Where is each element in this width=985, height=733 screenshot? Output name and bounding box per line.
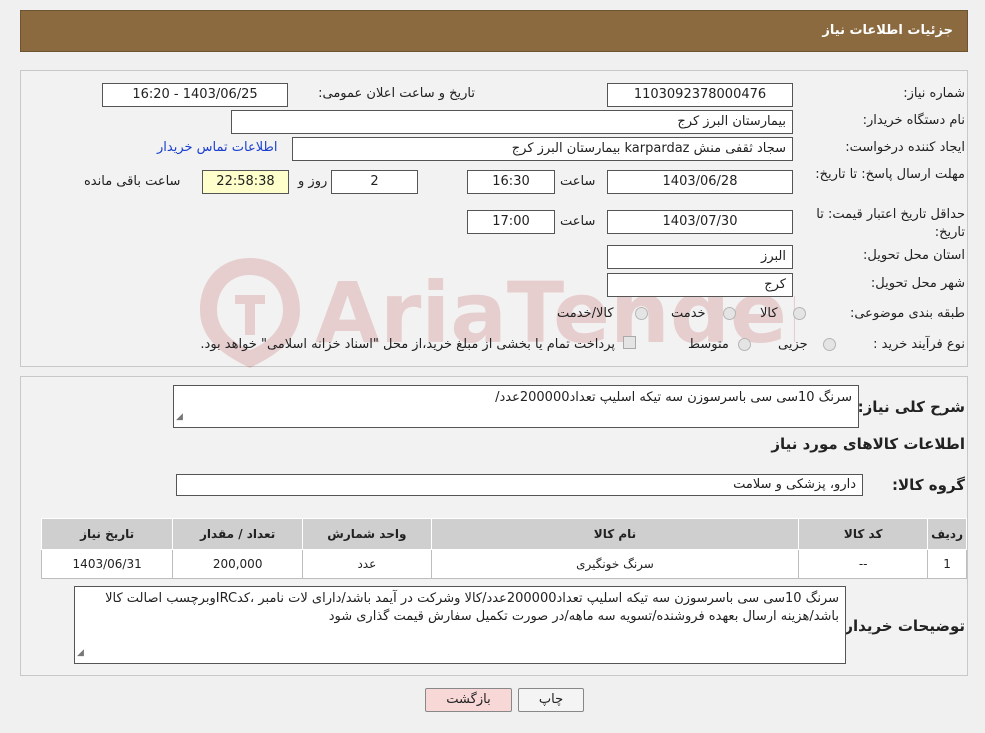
- process-medium-radio[interactable]: [738, 338, 751, 351]
- cell-goods-name: سرنگ خونگیری: [430, 549, 800, 579]
- col-goods-code: کد کالا: [798, 518, 929, 550]
- cell-goods-code: --: [798, 549, 929, 579]
- remaining-time-field: 22:58:38: [202, 170, 289, 194]
- resize-grip-icon[interactable]: ◢: [176, 408, 183, 426]
- city-label: شهر محل تحویل:: [870, 276, 965, 291]
- deadline-time-field: 16:30: [467, 170, 555, 194]
- col-goods-name: نام کالا: [430, 518, 800, 550]
- days-field: 2: [331, 170, 418, 194]
- validity-label: حداقل تاریخ اعتبار قیمت: تا تاریخ:: [816, 207, 965, 240]
- treasury-note: پرداخت تمام یا بخشی از مبلغ خرید،از محل …: [200, 337, 615, 352]
- cell-need-date: 1403/06/31: [40, 549, 174, 579]
- buyer-notes-text: سرنگ 10سی سی باسرسوزن سه تیکه اسلیپ تعدا…: [105, 591, 839, 624]
- col-need-date: تاریخ نیاز: [40, 518, 174, 550]
- remaining-label: ساعت باقی مانده: [84, 174, 181, 189]
- goods-table: ردیف کد کالا نام کالا واحد شمارش تعداد /…: [40, 518, 967, 579]
- goods-info-title: اطلاعات کالاهای مورد نیاز: [771, 435, 965, 453]
- buyer-field: بیمارستان البرز کرج: [231, 110, 793, 134]
- need-number-label: شماره نیاز:: [903, 86, 965, 101]
- summary-textarea[interactable]: سرنگ 10سی سی باسرسوزن سه تیکه اسلیپ تعدا…: [173, 385, 859, 428]
- process-partial-radio[interactable]: [823, 338, 836, 351]
- treasury-checkbox[interactable]: [623, 336, 636, 349]
- buyer-notes-label: توضیحات خریدار:: [838, 617, 965, 635]
- page-header: جزئیات اطلاعات نیاز: [20, 10, 968, 52]
- city-field: کرج: [607, 273, 793, 297]
- need-number-field: 1103092378000476: [607, 83, 793, 107]
- deadline-time-label: ساعت: [560, 174, 596, 189]
- col-quantity: تعداد / مقدار: [172, 518, 303, 550]
- back-button[interactable]: بازگشت: [425, 688, 512, 712]
- category-both-radio[interactable]: [635, 307, 648, 320]
- page-title: جزئیات اطلاعات نیاز: [822, 23, 953, 38]
- announce-label: تاریخ و ساعت اعلان عمومی:: [318, 86, 475, 101]
- col-row-number: ردیف: [927, 518, 967, 550]
- print-button[interactable]: چاپ: [518, 688, 584, 712]
- resize-grip-icon[interactable]: ◢: [77, 644, 84, 662]
- creator-label: ایجاد کننده درخواست:: [845, 140, 965, 155]
- announce-field: 1403/06/25 - 16:20: [102, 83, 288, 107]
- category-service-label: خدمت: [671, 306, 706, 321]
- table-header-row: ردیف کد کالا نام کالا واحد شمارش تعداد /…: [40, 518, 967, 550]
- summary-label: شرح کلی نیاز:: [857, 398, 965, 416]
- category-goods-label: کالا: [760, 306, 778, 321]
- category-goods-radio[interactable]: [793, 307, 806, 320]
- category-label: طبقه بندی موضوعی:: [849, 306, 965, 321]
- province-field: البرز: [607, 245, 793, 269]
- col-unit: واحد شمارش: [302, 518, 432, 550]
- creator-field: سجاد ثقفی منش karpardaz بیمارستان البرز …: [292, 137, 793, 161]
- process-medium-label: متوسط: [688, 337, 729, 352]
- category-service-radio[interactable]: [723, 307, 736, 320]
- goods-group-field: دارو، پزشکی و سلامت: [176, 474, 863, 496]
- deadline-label: مهلت ارسال پاسخ: تا تاریخ:: [815, 167, 965, 182]
- cell-quantity: 200,000: [172, 549, 303, 579]
- cell-unit: عدد: [302, 549, 432, 579]
- validity-date-field: 1403/07/30: [607, 210, 793, 234]
- deadline-date-field: 1403/06/28: [607, 170, 793, 194]
- contact-buyer-link[interactable]: اطلاعات تماس خریدار: [157, 140, 277, 155]
- table-row: 1 -- سرنگ خونگیری عدد 200,000 1403/06/31: [40, 549, 967, 579]
- summary-text: سرنگ 10سی سی باسرسوزن سه تیکه اسلیپ تعدا…: [495, 390, 852, 405]
- validity-time-field: 17:00: [467, 210, 555, 234]
- process-partial-label: جزیی: [778, 337, 808, 352]
- validity-time-label: ساعت: [560, 214, 596, 229]
- buyer-label: نام دستگاه خریدار:: [862, 113, 965, 128]
- days-label: روز و: [298, 174, 328, 189]
- province-label: استان محل تحویل:: [863, 248, 965, 263]
- process-label: نوع فرآیند خرید :: [873, 337, 965, 352]
- goods-group-label: گروه کالا:: [892, 476, 965, 494]
- cell-row-number: 1: [927, 549, 967, 579]
- buyer-notes-textarea[interactable]: سرنگ 10سی سی باسرسوزن سه تیکه اسلیپ تعدا…: [74, 586, 846, 664]
- category-both-label: کالا/خدمت: [557, 306, 614, 321]
